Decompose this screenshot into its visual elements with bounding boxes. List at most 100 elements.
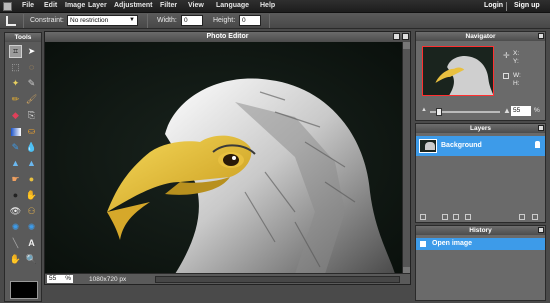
menu-image[interactable]: Image — [65, 2, 85, 9]
smudge-tool-icon[interactable]: ☛ — [9, 173, 22, 186]
history-title: History — [416, 226, 545, 235]
navigator-thumbnail[interactable] — [422, 46, 494, 96]
vertical-scrollbar[interactable] — [402, 42, 410, 274]
menu-edit[interactable]: Edit — [44, 2, 57, 9]
layer-thumbnail — [419, 139, 437, 153]
menu-layer[interactable]: Layer — [88, 2, 107, 9]
red-eye-tool-icon[interactable]: 👁 — [9, 205, 22, 218]
menu-adjustment[interactable]: Adjustment — [114, 2, 153, 9]
options-divider — [147, 14, 148, 28]
crop-tool-icon[interactable]: ⌗ — [9, 45, 22, 58]
eyedropper-tool-icon[interactable]: ✎ — [25, 77, 38, 90]
menu-filter[interactable]: Filter — [160, 2, 177, 9]
close-icon[interactable] — [538, 125, 544, 131]
zoom-value: 55 — [49, 275, 57, 282]
y-label: Y: — [513, 58, 519, 65]
gradient-tool-icon[interactable] — [9, 125, 22, 138]
width-field[interactable]: 0 — [181, 15, 203, 26]
image-dimensions: 1080x720 px — [89, 276, 127, 283]
history-title-text: History — [469, 227, 492, 234]
login-link[interactable]: Login — [484, 2, 503, 9]
lasso-tool-icon[interactable]: ◌ — [25, 61, 38, 74]
zoom-unit: % — [65, 275, 71, 282]
clone-tool-icon[interactable]: ⎘ — [25, 109, 38, 122]
pinch-tool-icon[interactable]: ✺ — [9, 221, 22, 234]
layer-name: Background — [441, 142, 482, 149]
menu-help[interactable]: Help — [260, 2, 275, 9]
bloat-tool-icon[interactable]: ⚇ — [25, 205, 38, 218]
layer-new-icon[interactable] — [519, 214, 525, 220]
navigator-title: Navigator — [416, 32, 545, 41]
menu-file[interactable]: File — [22, 2, 34, 9]
zoom-slider-handle[interactable] — [436, 108, 442, 116]
pencil-tool-icon[interactable]: ✏ — [9, 93, 22, 106]
constraint-select[interactable]: No restriction ▼ — [67, 15, 138, 26]
brush-tool-icon[interactable]: 🖌 — [25, 93, 38, 106]
eraser-tool-icon[interactable]: ◆ — [9, 109, 22, 122]
constraint-label: Constraint: — [30, 17, 64, 24]
line-tool-icon[interactable]: ╲ — [9, 237, 22, 250]
size-icon — [503, 73, 509, 79]
open-image-icon — [420, 241, 426, 247]
close-icon[interactable] — [402, 33, 409, 40]
menu-view[interactable]: View — [188, 2, 204, 9]
eagle-thumbnail — [435, 56, 493, 95]
options-divider — [23, 14, 24, 28]
navigator-zoom-value: 55 — [513, 107, 521, 114]
menu-divider — [506, 2, 507, 11]
layers-toolbar — [416, 212, 545, 222]
marquee-tool-icon[interactable]: ⬚ — [9, 61, 22, 74]
image-canvas[interactable] — [45, 42, 403, 274]
color-replace-tool-icon[interactable]: ✎ — [9, 141, 22, 154]
crop-tool-icon — [6, 16, 16, 26]
hand-tool-icon[interactable]: ✋ — [9, 253, 22, 266]
layers-panel: Layers Background — [415, 123, 546, 223]
horizontal-scrollbar[interactable] — [155, 276, 400, 283]
width-label: Width: — [157, 17, 177, 24]
h-label: H: — [513, 80, 520, 87]
menu-bar: File Edit Image Layer Adjustment Filter … — [0, 0, 550, 13]
sharpen-tool-icon[interactable]: ▲ — [25, 157, 38, 170]
app-logo-icon[interactable] — [3, 2, 12, 11]
maximize-icon[interactable] — [393, 33, 400, 40]
foreground-color-swatch[interactable] — [10, 281, 38, 299]
layer-style-icon[interactable] — [465, 214, 471, 220]
sponge-tool-icon[interactable]: ● — [25, 173, 38, 186]
zoom-out-icon[interactable]: ▲ — [421, 107, 427, 113]
tools-title: Tools — [5, 33, 41, 42]
close-icon[interactable] — [538, 227, 544, 233]
signup-link[interactable]: Sign up — [514, 2, 540, 9]
layer-row[interactable]: Background — [416, 136, 545, 156]
wand-tool-icon[interactable]: ✦ — [9, 77, 22, 90]
scroll-up-icon[interactable] — [403, 42, 410, 49]
x-label: X: — [513, 50, 520, 57]
cursor-cross-icon: ✛ — [503, 51, 510, 60]
bucket-tool-icon[interactable]: ⛀ — [25, 125, 38, 138]
height-field[interactable]: 0 — [239, 15, 261, 26]
editor-titlebar: Photo Editor — [45, 32, 410, 42]
zoom-field[interactable]: 55 % — [47, 275, 73, 283]
layers-title: Layers — [416, 124, 545, 133]
layer-mask-icon[interactable] — [442, 214, 448, 220]
blur-tool-icon[interactable]: ▲ — [9, 157, 22, 170]
tools-panel: Tools ⌗ ➤ ⬚ ◌ ✦ ✎ ✏ 🖌 ◆ ⎘ ⛀ ✎ 💧 ▲ ▲ ☛ ● … — [4, 32, 42, 302]
zoom-tool-icon[interactable]: 🔍 — [25, 253, 38, 266]
zoom-slider[interactable] — [430, 108, 500, 116]
move-tool-icon[interactable]: ➤ — [25, 45, 38, 58]
trash-icon[interactable] — [532, 214, 538, 220]
drop-tool-icon[interactable]: 💧 — [25, 141, 38, 154]
burn-tool-icon[interactable]: ✋ — [25, 189, 38, 202]
layer-folder-icon[interactable] — [453, 214, 459, 220]
layer-add-icon[interactable] — [420, 214, 426, 220]
menu-language[interactable]: Language — [216, 2, 249, 9]
editor-title: Photo Editor — [206, 33, 249, 40]
pinch-alt-tool-icon[interactable]: ✺ — [25, 221, 38, 234]
text-tool-icon[interactable]: A — [25, 237, 38, 250]
close-icon[interactable] — [538, 33, 544, 39]
dodge-tool-icon[interactable]: ● — [9, 189, 22, 202]
eagle-photo — [45, 42, 403, 274]
zoom-in-icon[interactable]: ▲ — [503, 106, 511, 115]
history-row[interactable]: Open image — [416, 238, 545, 250]
navigator-zoom-field[interactable]: 55 — [511, 106, 531, 116]
history-item-label: Open image — [432, 240, 473, 247]
